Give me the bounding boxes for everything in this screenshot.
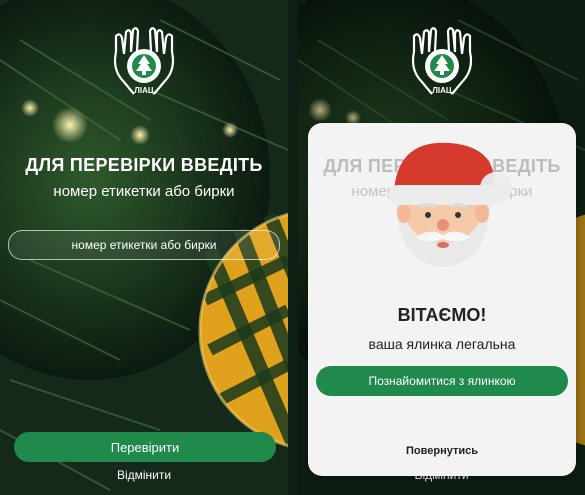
logo-text: ЛІАЦ xyxy=(432,86,452,95)
meet-tree-button[interactable]: Познайомитися з ялинкою xyxy=(316,366,568,396)
label-number-input[interactable]: номер етикетки або бирки xyxy=(8,230,280,260)
screens: ЛІАЦ ДЛЯ ПЕРЕВІРКИ ВВЕДІТЬ номер етикетк… xyxy=(0,0,585,495)
result-screen: ЛІАЦ Відмінити ДЛЯ ПЕРЕВІРКИ ВВЕДІТЬ ном… xyxy=(298,0,585,495)
hands-tree-logo-icon: ЛІАЦ xyxy=(408,22,476,102)
back-button[interactable]: Повернутись xyxy=(308,445,576,457)
logo-text: ЛІАЦ xyxy=(134,86,154,95)
verify-screen: ЛІАЦ ДЛЯ ПЕРЕВІРКИ ВВЕДІТЬ номер етикетк… xyxy=(0,0,288,495)
page-subtitle: номер етикетки або бирки xyxy=(53,183,235,200)
cancel-link[interactable]: Відмінити xyxy=(0,468,288,482)
input-placeholder: номер етикетки або бирки xyxy=(71,238,217,252)
modal-title: ВІТАЄМО! xyxy=(397,305,487,325)
santa-icon xyxy=(368,133,518,273)
success-modal: ДЛЯ ПЕРЕВІРКИ ВВЕДІТЬ номер етикетки або… xyxy=(308,123,576,476)
modal-subtitle: ваша ялинка легальна xyxy=(368,336,516,352)
hands-tree-logo-icon: ЛІАЦ xyxy=(110,22,178,102)
check-button[interactable]: Перевірити xyxy=(14,432,276,462)
page-title: ДЛЯ ПЕРЕВІРКИ ВВЕДІТЬ xyxy=(25,155,263,175)
